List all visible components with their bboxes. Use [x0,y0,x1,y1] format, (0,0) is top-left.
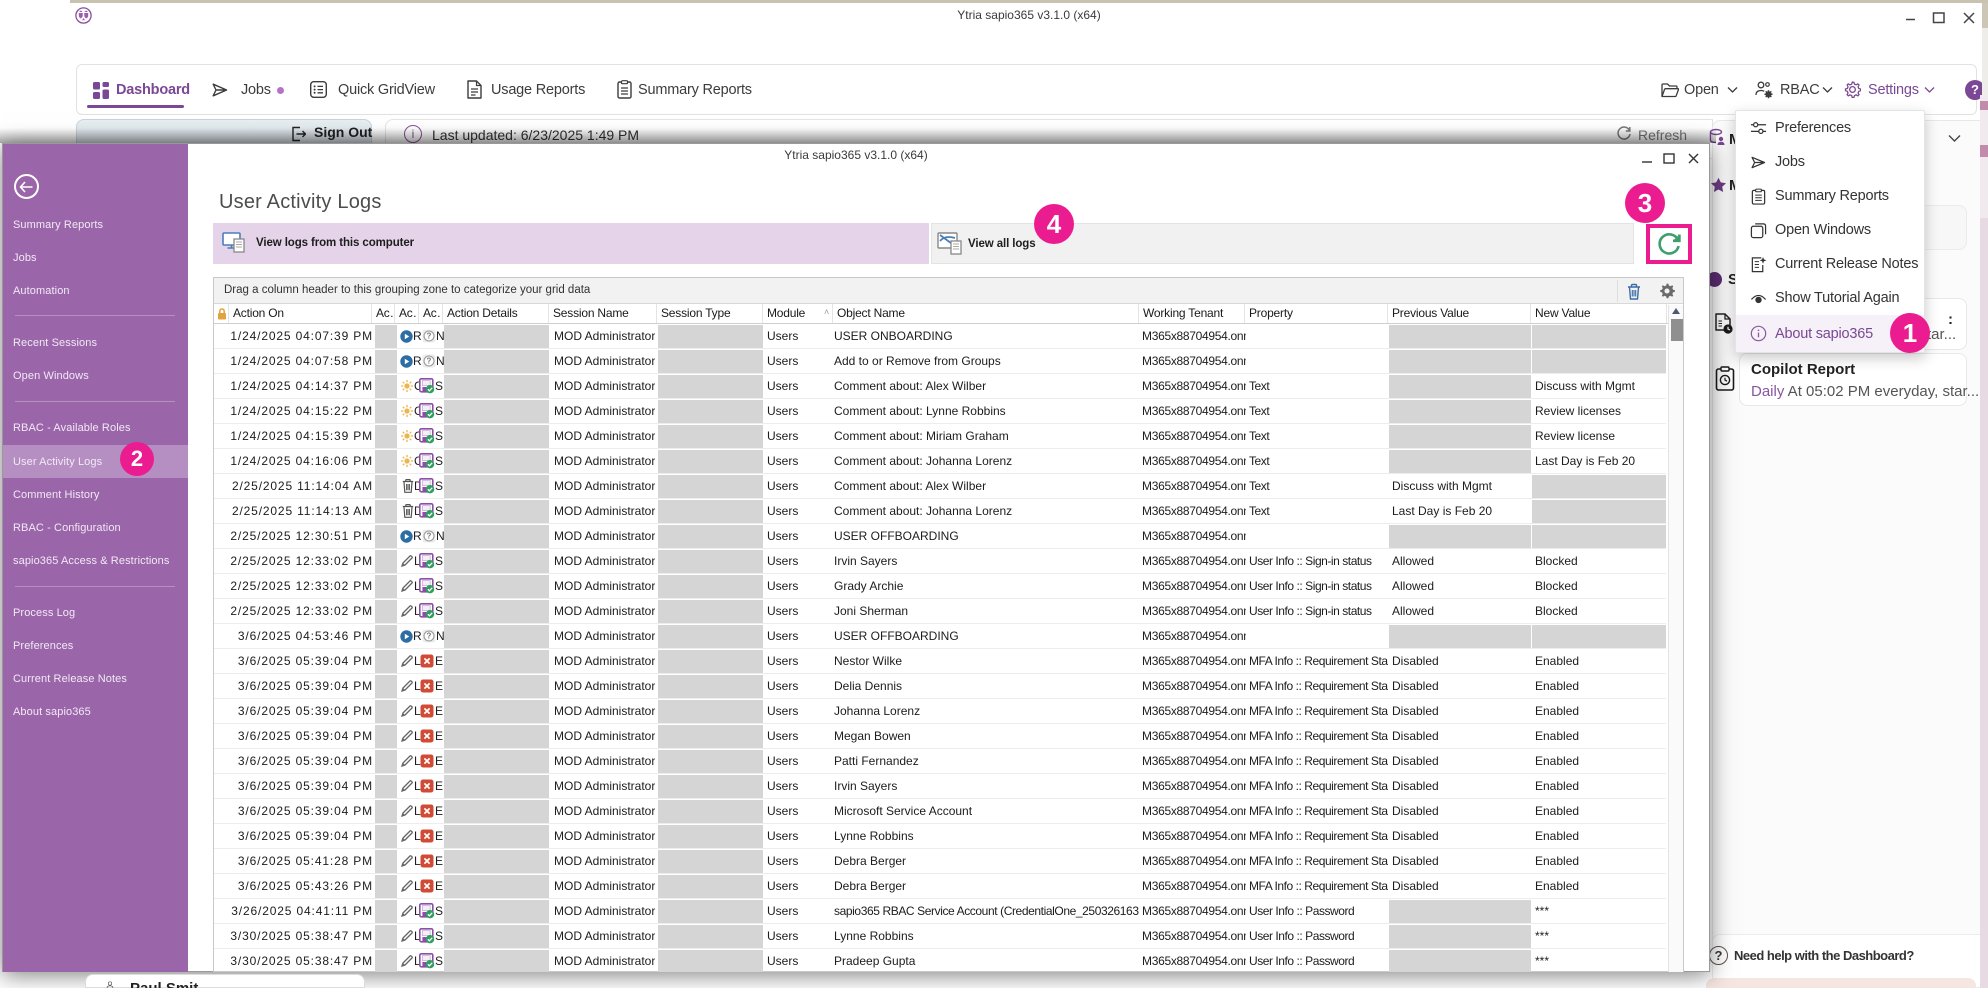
svg-text:?: ? [427,357,432,366]
svg-text:?: ? [427,632,432,641]
svg-text:?: ? [427,532,432,541]
svg-text:?: ? [427,332,432,341]
